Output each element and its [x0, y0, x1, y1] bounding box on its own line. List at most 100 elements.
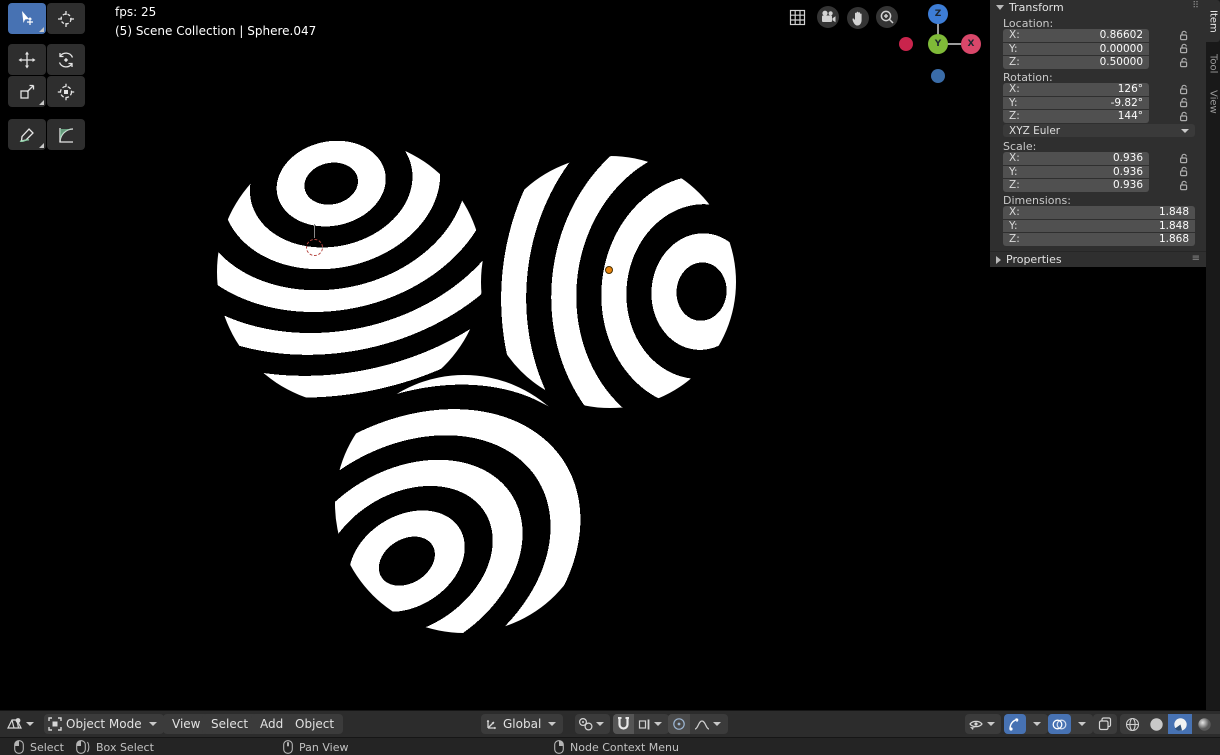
blender-window: fps: 25 (5) Scene Collection | Sphere.04…	[0, 0, 1220, 755]
disclosure-triangle-icon	[996, 5, 1004, 10]
gizmo-arrow-icon	[1008, 717, 1022, 731]
location-z-field[interactable]: Z: 0.50000	[1003, 56, 1149, 69]
menu-object[interactable]: Object	[286, 714, 343, 734]
axis-x-ball[interactable]: X	[961, 34, 981, 54]
chevron-down-icon	[26, 722, 34, 726]
rotation-x-field[interactable]: X: 126°	[1003, 83, 1149, 96]
tab-item[interactable]: Item	[1206, 0, 1220, 42]
tool-cursor-button[interactable]	[47, 3, 85, 34]
proportional-editing-toggle[interactable]	[668, 714, 690, 734]
lock-scale-z-icon[interactable]	[1178, 179, 1190, 191]
axis-x-negative-ball[interactable]	[899, 37, 913, 51]
scale-y-field[interactable]: Y: 0.936	[1003, 166, 1149, 179]
shading-dropdown[interactable]	[1216, 714, 1220, 734]
axis-value: 0.86602	[1100, 29, 1143, 41]
mode-dropdown[interactable]: Object Mode	[44, 714, 164, 734]
rotation-z-field[interactable]: Z: 144°	[1003, 110, 1149, 123]
lock-location-y-icon[interactable]	[1178, 43, 1190, 55]
scale-x-field[interactable]: X: 0.936	[1003, 152, 1149, 165]
lock-scale-y-icon[interactable]	[1178, 166, 1190, 178]
shading-wireframe-button[interactable]	[1120, 714, 1144, 734]
tool-tweak-select-button[interactable]	[8, 3, 46, 34]
status-hint-label: Select	[30, 741, 64, 754]
shading-material-button[interactable]	[1168, 714, 1192, 734]
dimensions-y-field[interactable]: Y: 1.848	[1003, 220, 1195, 233]
tool-measure-button[interactable]	[47, 119, 85, 150]
axis-z-ball[interactable]: Z	[928, 4, 948, 24]
status-hint-label: Node Context Menu	[570, 741, 679, 754]
shading-solid-button[interactable]	[1144, 714, 1168, 734]
chevron-down-icon	[149, 722, 157, 726]
chevron-down-icon	[987, 722, 995, 726]
striped-sphere-object[interactable]	[335, 375, 593, 633]
toggle-xray-button[interactable]	[1093, 714, 1117, 734]
menu-select[interactable]: Select	[202, 714, 257, 734]
gizmos-dropdown[interactable]	[1026, 714, 1048, 734]
sidebar-tab-strip: Item Tool View	[1206, 0, 1220, 710]
editor-type-dropdown[interactable]	[6, 714, 37, 734]
axis-z-negative-ball[interactable]	[931, 69, 945, 83]
shading-mode-group	[1120, 714, 1220, 734]
tool-annotate-button[interactable]	[8, 119, 46, 150]
tab-view[interactable]: View	[1206, 84, 1220, 120]
axis-value: -9.82°	[1111, 97, 1143, 109]
striped-sphere-object[interactable]	[217, 139, 483, 405]
shading-rendered-button[interactable]	[1192, 714, 1216, 734]
axis-navigation-gizmo[interactable]: Z Y X	[898, 4, 982, 86]
snap-toggle-button[interactable]	[613, 714, 634, 734]
rotation-y-field[interactable]: Y: -9.82°	[1003, 97, 1149, 110]
object-type-visibility-dropdown[interactable]	[965, 714, 1001, 734]
lock-rotation-z-icon[interactable]	[1178, 110, 1190, 122]
panel-grip-icon[interactable]: ≡	[1192, 253, 1200, 264]
proportional-falloff-dropdown[interactable]	[690, 714, 728, 734]
viewport-header: Object Mode View Select Add Object Globa…	[0, 710, 1220, 737]
show-overlays-toggle[interactable]	[1048, 714, 1071, 734]
panel-title: Properties	[1006, 253, 1062, 266]
mouse-right-button-icon	[554, 740, 564, 754]
shading-material-icon	[1173, 717, 1188, 732]
show-gizmos-toggle[interactable]	[1004, 714, 1026, 734]
status-hint-box-select: Box Select	[76, 738, 154, 755]
pivot-point-dropdown[interactable]	[575, 714, 610, 734]
tool-scale-button[interactable]	[8, 76, 46, 107]
tool-move-button[interactable]	[8, 44, 46, 75]
striped-sphere-object-selected[interactable]	[484, 156, 736, 408]
rotation-mode-dropdown[interactable]: XYZ Euler	[1003, 124, 1195, 137]
lock-rotation-y-icon[interactable]	[1178, 97, 1190, 109]
lock-rotation-x-icon[interactable]	[1178, 83, 1190, 95]
snap-target-dropdown[interactable]	[634, 714, 669, 734]
zoom-grid-icon[interactable]	[786, 6, 808, 28]
location-y-field[interactable]: Y: 0.00000	[1003, 43, 1149, 56]
mouse-left-button-icon	[14, 740, 24, 754]
transform-panel-header[interactable]: Transform ⠿	[990, 0, 1206, 15]
zoom-magnifier-icon[interactable]	[876, 6, 898, 28]
axis-y-ball[interactable]: Y	[928, 34, 948, 54]
pan-hand-icon[interactable]	[847, 7, 869, 29]
shading-solid-icon	[1149, 717, 1164, 732]
tool-transform-button[interactable]	[47, 76, 85, 107]
subtool-indicator	[39, 100, 44, 105]
lock-scale-x-icon[interactable]	[1178, 152, 1190, 164]
orientation-axes-icon	[485, 717, 499, 731]
lock-location-x-icon[interactable]	[1178, 29, 1190, 41]
panel-grip-icon[interactable]: ⠿	[1192, 1, 1200, 11]
axis-label: X:	[1009, 83, 1020, 95]
tool-rotate-button[interactable]	[47, 44, 85, 75]
location-x-field[interactable]: X: 0.86602	[1003, 29, 1149, 42]
dimensions-x-field[interactable]: X: 1.848	[1003, 206, 1195, 219]
properties-panel-header[interactable]: Properties ≡	[990, 251, 1206, 267]
tab-tool[interactable]: Tool	[1206, 47, 1220, 81]
lock-location-z-icon[interactable]	[1178, 56, 1190, 68]
xray-icon	[1098, 717, 1112, 731]
axis-label: Y:	[1009, 220, 1018, 232]
mouse-left-drag-icon	[76, 740, 90, 754]
overlays-dropdown[interactable]	[1071, 714, 1093, 734]
axis-label: X:	[1009, 206, 1020, 218]
scale-z-field[interactable]: Z: 0.936	[1003, 179, 1149, 192]
camera-view-icon[interactable]	[817, 6, 839, 28]
axis-label: Y:	[1009, 166, 1018, 178]
dimensions-z-field[interactable]: Z: 1.868	[1003, 233, 1195, 246]
status-hint-label: Box Select	[96, 741, 154, 754]
transform-orientation-dropdown[interactable]: Global	[481, 714, 563, 734]
axis-value: 1.868	[1159, 233, 1189, 245]
